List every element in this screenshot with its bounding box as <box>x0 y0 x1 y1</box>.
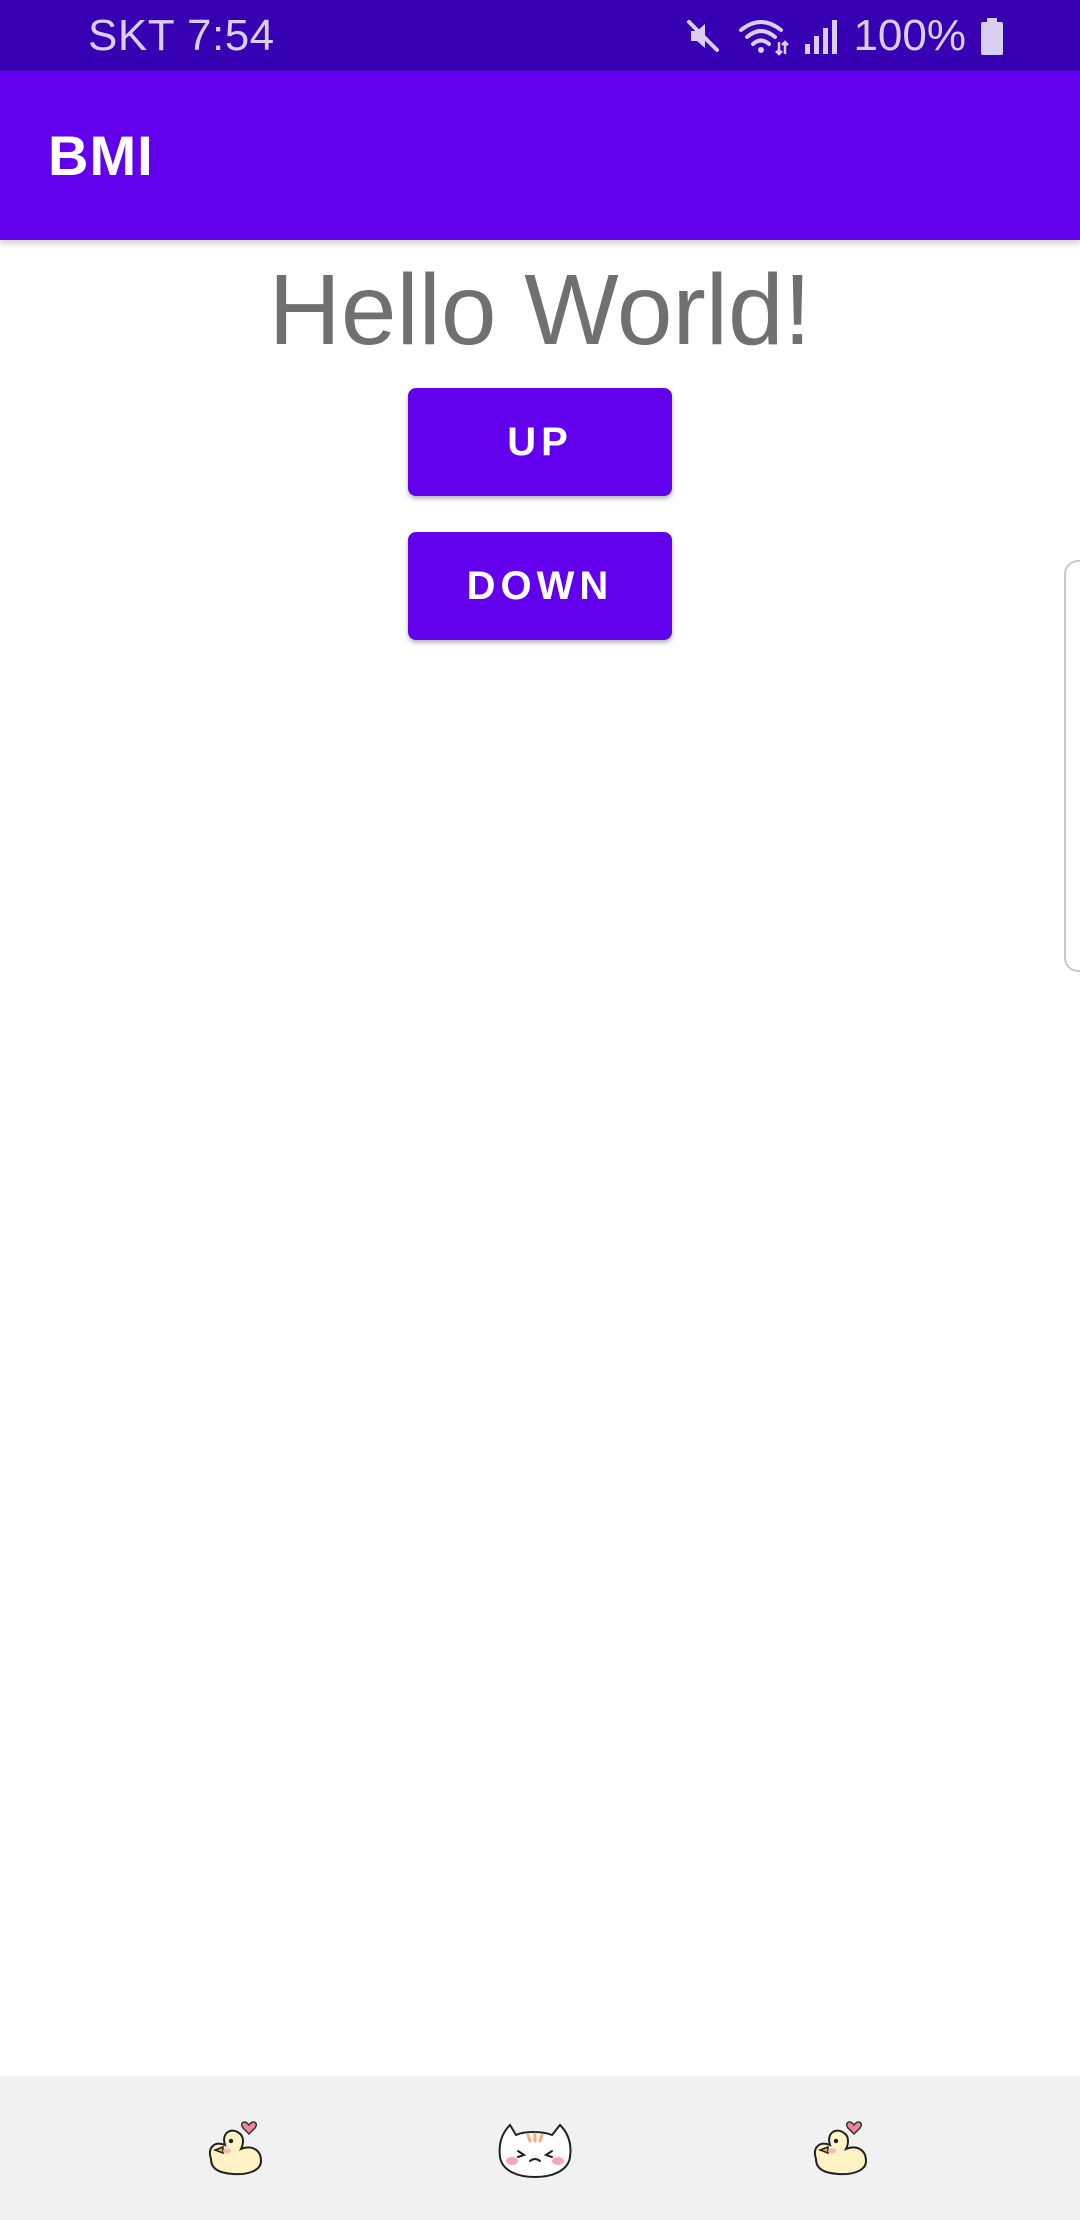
battery-icon <box>980 16 1004 56</box>
cat-icon <box>490 2111 580 2186</box>
nav-recents-button[interactable] <box>175 2076 295 2220</box>
down-button[interactable]: DOWN <box>408 532 672 640</box>
navigation-bar <box>0 2076 1080 2220</box>
nav-home-button[interactable] <box>475 2076 595 2220</box>
hello-text: Hello World! <box>268 254 812 366</box>
battery-percent: 100% <box>853 11 966 60</box>
signal-icon <box>803 16 839 56</box>
app-title: BMI <box>48 124 154 187</box>
up-button[interactable]: UP <box>408 388 672 496</box>
duck-icon <box>802 2111 878 2186</box>
wifi-icon <box>737 16 790 56</box>
app-bar: BMI <box>0 71 1080 240</box>
carrier-time: SKT 7:54 <box>88 11 275 60</box>
status-bar: SKT 7:54 100% <box>0 0 1080 71</box>
mute-icon <box>683 16 723 56</box>
screen: SKT 7:54 100% BMI Hello World! UP DOWN <box>0 0 1080 2220</box>
nav-back-button[interactable] <box>780 2076 900 2220</box>
duck-icon <box>197 2111 273 2186</box>
edge-panel-handle[interactable] <box>1064 560 1080 972</box>
status-icons: 100% <box>683 10 1004 62</box>
